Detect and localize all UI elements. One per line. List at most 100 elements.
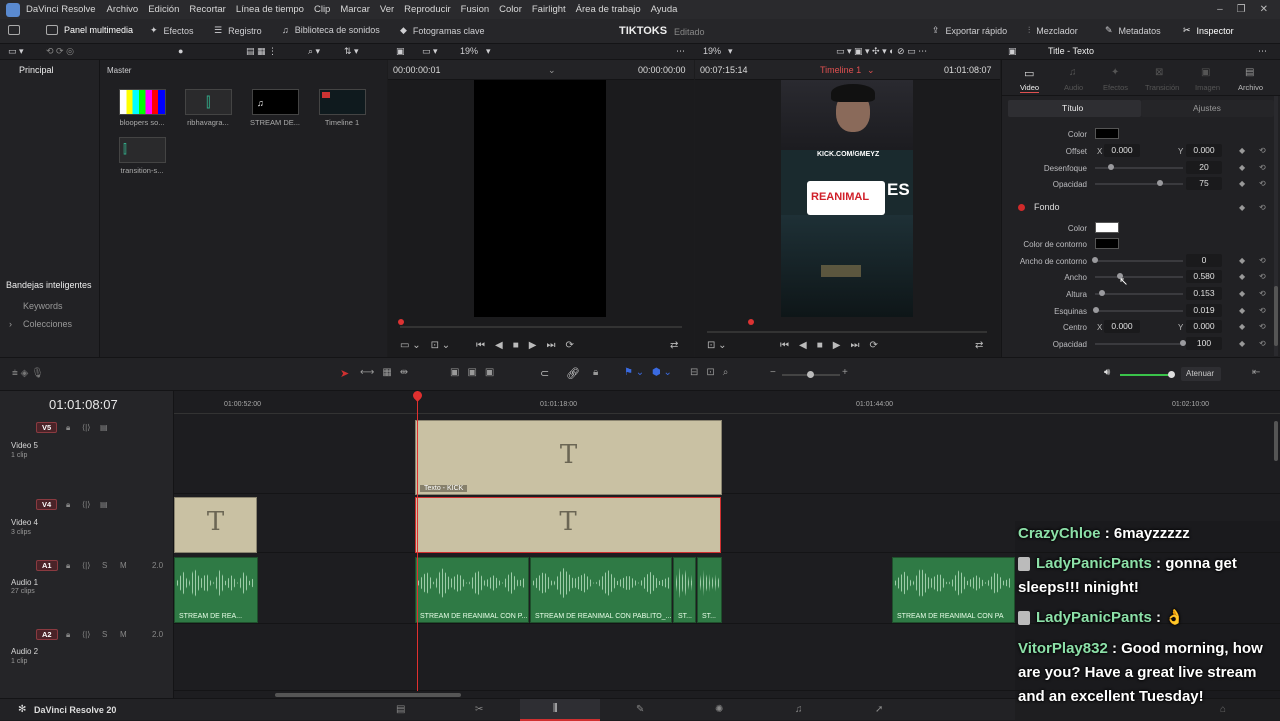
- program-transport-controls[interactable]: ⏮ ◀ ■ ▶ ⏭ ⟳: [780, 340, 878, 351]
- viewer1-size-icon[interactable]: ▭ ▾: [422, 46, 438, 57]
- inspector-button[interactable]: ✂ Inspector: [1183, 25, 1234, 36]
- stop-icon[interactable]: ■: [817, 340, 823, 351]
- track-badge-a1[interactable]: A1: [36, 560, 58, 571]
- bg-opacity-slider[interactable]: [1095, 343, 1183, 345]
- source-view-icons[interactable]: ▭ ⌄ ⊡ ⌄: [400, 340, 450, 351]
- sort-icon[interactable]: ⇅ ▾: [344, 46, 359, 57]
- audio-clip[interactable]: STREAM DE REANIMAL CON P...: [415, 557, 529, 623]
- reset-icon[interactable]: ⟲: [1259, 146, 1266, 155]
- mute-button[interactable]: Atenuar: [1181, 367, 1221, 381]
- skip-back-icon[interactable]: ⏮: [780, 340, 789, 351]
- tab-file[interactable]: Archivo: [1238, 83, 1263, 92]
- media-panel-button[interactable]: Panel multimedia: [46, 25, 133, 35]
- title-background-box[interactable]: REANIMAL: [807, 181, 885, 215]
- menu-marcar[interactable]: Marcar: [335, 4, 375, 15]
- menu-fairlight[interactable]: Fairlight: [527, 4, 571, 15]
- height-slider[interactable]: [1095, 293, 1183, 295]
- link-icon[interactable]: 🔗︎: [566, 367, 580, 380]
- outline-width-knob[interactable]: [1092, 257, 1098, 263]
- step-back-icon[interactable]: ◀: [799, 340, 807, 351]
- sound-library-button[interactable]: ♫ Biblioteca de sonidos: [282, 25, 380, 35]
- menu-area-de-trabajo[interactable]: Área de trabajo: [571, 4, 646, 15]
- auto-select-icon[interactable]: ⟨|⟩: [82, 500, 90, 509]
- volume-slider-knob[interactable]: [1168, 371, 1175, 378]
- outline-width-field[interactable]: 0: [1186, 254, 1222, 267]
- tab-audio[interactable]: Audio: [1064, 83, 1083, 92]
- skip-back-icon[interactable]: ⏮: [476, 340, 485, 351]
- chevron-right-icon[interactable]: ›: [9, 319, 12, 329]
- stop-icon[interactable]: ■: [513, 340, 519, 351]
- track-badge-v4[interactable]: V4: [36, 499, 58, 510]
- keyframe-icon[interactable]: ◆: [1239, 339, 1245, 348]
- menu-linea-de-tiempo[interactable]: Línea de tiempo: [231, 4, 309, 15]
- outline-width-slider[interactable]: [1095, 260, 1183, 262]
- edit-page-tab[interactable]: ⫼: [520, 699, 600, 721]
- menu-ayuda[interactable]: Ayuda: [646, 4, 683, 15]
- reset-icon[interactable]: ⟲: [1259, 163, 1266, 172]
- timeline-playhead[interactable]: [411, 389, 424, 691]
- height-slider-knob[interactable]: [1099, 290, 1105, 296]
- reset-icon[interactable]: ⟲: [1259, 339, 1266, 348]
- keyframe-icon[interactable]: ◆: [1239, 322, 1245, 331]
- opacity-slider[interactable]: [1095, 183, 1183, 185]
- minimize-icon[interactable]: –: [1217, 4, 1223, 15]
- inspector-scrollbar[interactable]: [1274, 96, 1278, 356]
- clip-thumb-bloopers[interactable]: [119, 89, 166, 115]
- view-options-icon[interactable]: ⟲ ⟳ ◎: [46, 46, 74, 57]
- keyframe-icon[interactable]: ◆: [1239, 203, 1245, 212]
- width-slider[interactable]: [1095, 276, 1183, 278]
- auto-select-icon[interactable]: ⟨|⟩: [82, 561, 90, 570]
- mixer-button[interactable]: ⫶ Mezclador: [1028, 25, 1078, 36]
- lock-icon[interactable]: 🔒︎: [66, 423, 70, 433]
- edit-tools-icons[interactable]: ⟷▦⇹: [360, 367, 416, 378]
- source-video-frame[interactable]: [474, 80, 606, 317]
- sidebar-item-collections[interactable]: Colecciones: [23, 319, 72, 329]
- program-scrubber[interactable]: [707, 331, 987, 333]
- play-icon[interactable]: ▶: [833, 340, 841, 351]
- zoom-out-icon[interactable]: −: [770, 367, 776, 378]
- zoom-tools-icons[interactable]: ⊟⊡⌕: [690, 367, 736, 378]
- search-icon[interactable]: ⌕ ▾: [308, 46, 320, 57]
- step-back-icon[interactable]: ◀: [495, 340, 503, 351]
- reset-icon[interactable]: ⟲: [1259, 289, 1266, 298]
- volume-slider[interactable]: [1120, 374, 1174, 376]
- keyframe-icon[interactable]: ◆: [1239, 179, 1245, 188]
- timeline-options-icon[interactable]: ⇤: [1252, 367, 1260, 378]
- audio-clip[interactable]: ST...: [697, 557, 722, 623]
- shadow-color-swatch[interactable]: [1095, 128, 1119, 139]
- marker-icon[interactable]: ⬢ ⌄: [652, 367, 672, 378]
- effects-button[interactable]: ✦ Efectos: [150, 25, 194, 36]
- text-clip-kick[interactable]: T Texto - KICK: [415, 420, 722, 495]
- chevron-down-icon[interactable]: ⌄: [548, 65, 556, 76]
- keyframe-icon[interactable]: ◆: [1239, 256, 1245, 265]
- menu-archivo[interactable]: Archivo: [102, 4, 144, 15]
- menu-fusion[interactable]: Fusion: [456, 4, 495, 15]
- keyframe-icon[interactable]: ◆: [1239, 272, 1245, 281]
- subtab-title[interactable]: Título: [1008, 100, 1141, 117]
- background-enable-toggle[interactable]: [1018, 204, 1025, 211]
- media-page-icon[interactable]: ▤: [396, 704, 405, 715]
- source-playhead-marker[interactable]: [398, 319, 404, 325]
- mute-track-button[interactable]: M: [120, 630, 127, 639]
- timeline-vscrollbar[interactable]: [1274, 421, 1278, 461]
- layout-icon[interactable]: ▭ ▾: [8, 46, 24, 57]
- reset-icon[interactable]: ⟲: [1259, 179, 1266, 188]
- log-button[interactable]: ☰ Registro: [214, 25, 262, 36]
- center-y-field[interactable]: 0.000: [1186, 320, 1222, 333]
- insert-tools-icons[interactable]: ▣▣▣: [450, 367, 502, 378]
- tab-transition[interactable]: Transición: [1145, 83, 1179, 92]
- viewer1-layout-icon[interactable]: ▣: [396, 46, 405, 57]
- reset-icon[interactable]: ⟲: [1259, 256, 1266, 265]
- cut-page-icon[interactable]: ✂: [475, 704, 483, 715]
- volume-icon[interactable]: 🔊︎: [1104, 367, 1110, 378]
- keyframe-icon[interactable]: ◆: [1239, 146, 1245, 155]
- sidebar-item-keywords[interactable]: Keywords: [23, 301, 63, 311]
- tab-video[interactable]: Video: [1020, 83, 1040, 93]
- more-icon[interactable]: ⋯: [1258, 46, 1267, 57]
- audio-clip[interactable]: STREAM DE REANIMAL CON PA: [892, 557, 1015, 623]
- auto-select-icon[interactable]: ⟨|⟩: [82, 630, 90, 639]
- tab-image[interactable]: Imagen: [1195, 83, 1220, 92]
- bg-opacity-field[interactable]: 100: [1186, 337, 1222, 350]
- timeline-view-icons[interactable]: ⩧ ◈ 🎙: [12, 368, 44, 379]
- maximize-icon[interactable]: ❐: [1237, 4, 1246, 15]
